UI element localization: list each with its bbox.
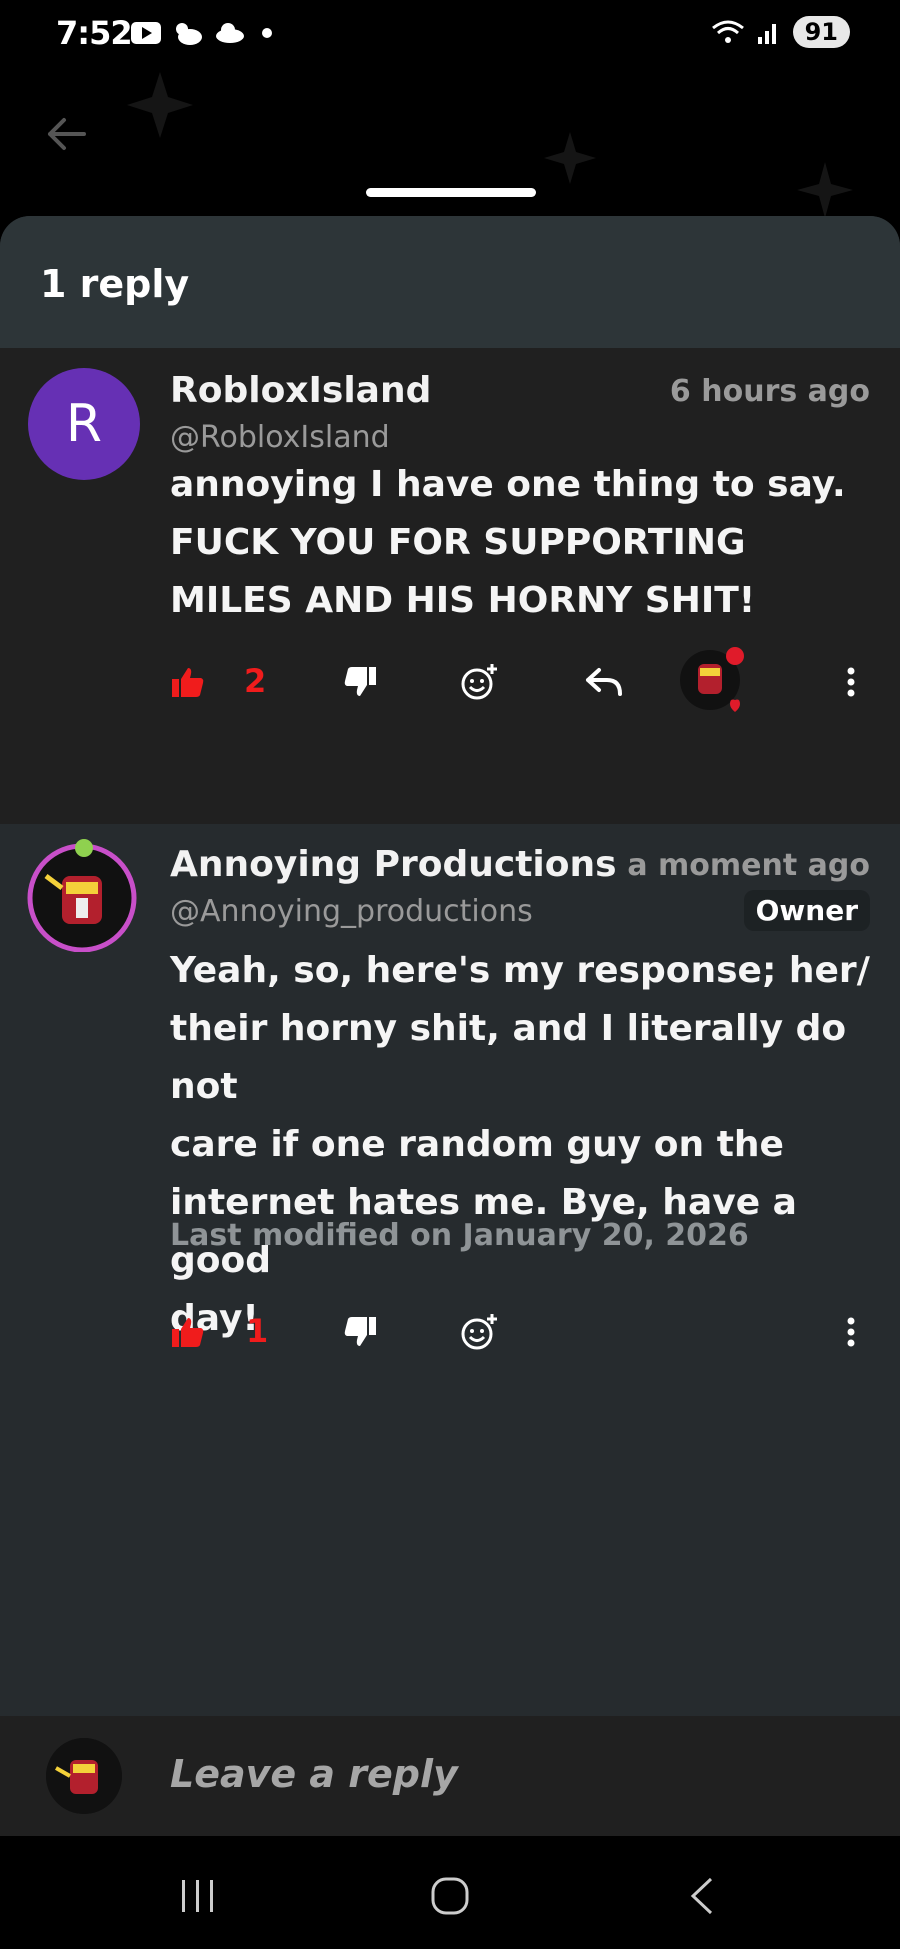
reply-comment: Annoying Productions a moment ago @Annoy… (0, 824, 900, 1836)
notification-icons (130, 20, 272, 46)
sheet-drag-handle[interactable] (366, 188, 536, 197)
nav-back-icon (690, 1877, 713, 1915)
like-count: 2 (244, 662, 267, 700)
thumbs-up-icon (172, 1318, 204, 1347)
replies-sheet: 1 reply R RobloxIsland 6 hours ago @Robl… (0, 216, 900, 1836)
avatar[interactable]: R (28, 368, 140, 480)
status-time: 7:52 (56, 14, 133, 52)
back-arrow-icon[interactable] (40, 108, 92, 160)
more-icon (847, 1317, 855, 1347)
thumbs-down-icon (344, 667, 376, 696)
user-avatar-icon (46, 1738, 122, 1814)
owner-badge: Owner (743, 890, 870, 931)
weather-icon (176, 23, 202, 45)
comment-time: 6 hours ago (669, 374, 870, 409)
like-button[interactable] (168, 1302, 208, 1362)
comment-actions: 2 (0, 647, 900, 712)
comment-text: annoying I have one thing to say. FUCK Y… (170, 464, 846, 621)
reply-input[interactable]: Leave a reply (170, 1752, 458, 1796)
more-button[interactable] (836, 1302, 866, 1362)
comment-handle: @Annoying_productions (170, 894, 533, 929)
nav-back-button[interactable] (672, 1866, 732, 1926)
add-reaction-icon (461, 664, 497, 700)
wifi-icon (711, 20, 744, 43)
reply-icon (586, 668, 622, 696)
comment-author[interactable]: RobloxIsland (170, 370, 431, 411)
dislike-button[interactable] (340, 652, 380, 712)
sheet-title: 1 reply (40, 262, 190, 306)
status-bar: 7:52 91 (0, 0, 900, 72)
home-icon (431, 1877, 469, 1915)
add-reaction-icon (461, 1314, 497, 1350)
comment-author[interactable]: Annoying Productions (170, 844, 617, 885)
parent-comment: R RobloxIsland 6 hours ago @RobloxIsland… (0, 348, 900, 824)
recents-button[interactable] (168, 1866, 228, 1926)
cloud-icon (216, 23, 244, 43)
youtube-icon (131, 22, 161, 44)
comment-text: Yeah, so, here's my response; her/ their… (170, 950, 870, 1339)
owner-avatar-icon (27, 839, 137, 953)
like-count: 1 (246, 1312, 269, 1350)
add-reaction-button[interactable] (458, 1302, 502, 1362)
comment-actions: 1 (0, 1302, 900, 1362)
system-nav-bar (0, 1836, 900, 1949)
reply-button[interactable] (582, 652, 626, 712)
creator-heart-badge (680, 640, 752, 720)
signal-icon (757, 24, 776, 44)
reply-bar: Leave a reply (0, 1716, 900, 1836)
backdrop-pattern (127, 72, 853, 218)
dot-icon (262, 28, 272, 38)
home-button[interactable] (420, 1866, 480, 1926)
comment-time: a moment ago (627, 848, 870, 883)
sheet-header: 1 reply (0, 216, 900, 348)
thumbs-down-icon (344, 1317, 376, 1346)
add-reaction-button[interactable] (458, 652, 502, 712)
more-button[interactable] (836, 652, 866, 712)
modified-label: Last modified on January 20, 2026 (170, 1218, 749, 1253)
battery-indicator: 91 (792, 16, 850, 48)
creator-avatar-icon (680, 647, 744, 712)
like-button[interactable] (168, 652, 208, 712)
user-avatar (46, 1738, 122, 1814)
avatar[interactable] (24, 836, 140, 953)
dislike-button[interactable] (340, 1302, 380, 1362)
recents-icon (182, 1880, 213, 1912)
more-icon (847, 667, 855, 697)
comment-handle: @RobloxIsland (170, 420, 390, 455)
thumbs-up-icon (172, 668, 204, 697)
system-icons: 91 (711, 16, 850, 48)
